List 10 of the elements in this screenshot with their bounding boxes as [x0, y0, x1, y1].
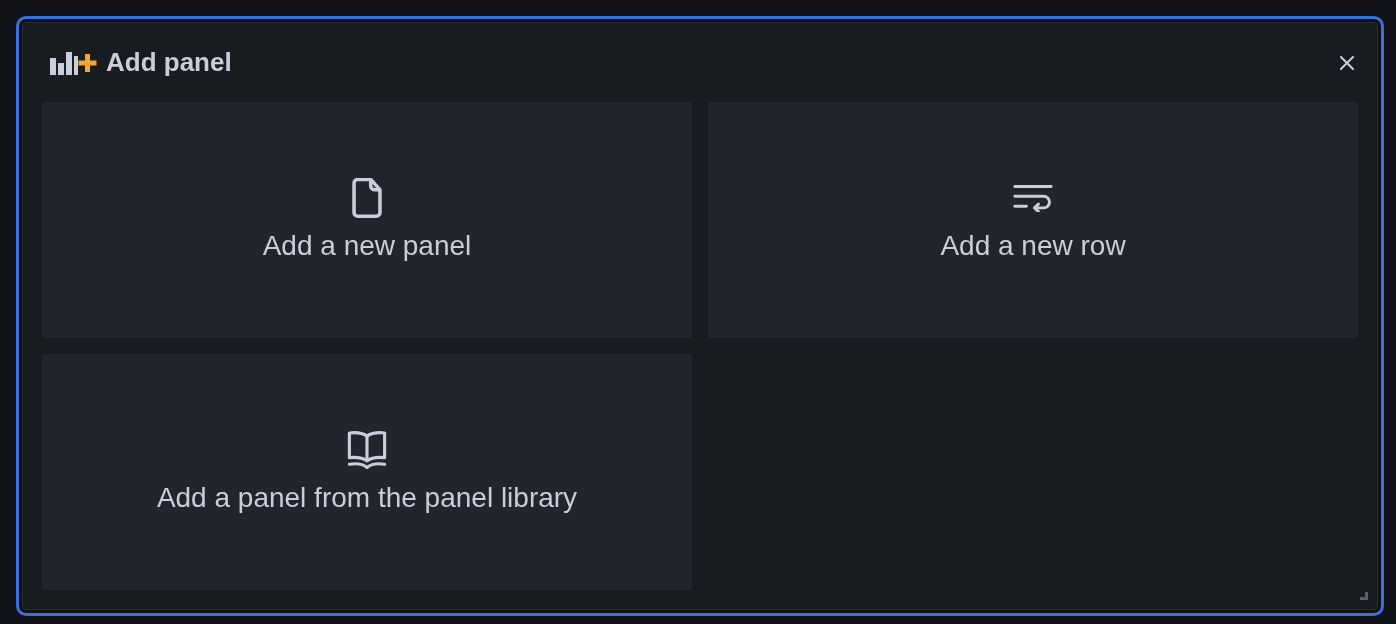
dialog-title: Add panel [106, 47, 232, 78]
close-icon [1340, 55, 1354, 70]
add-option-card[interactable]: Add a new row [708, 102, 1358, 338]
text-wrap-icon [1013, 184, 1053, 212]
book-icon [347, 431, 387, 469]
bar-chart-plus-icon [50, 50, 98, 75]
add-option-card[interactable]: Add a panel from the panel library [42, 354, 692, 590]
file-icon [351, 178, 383, 218]
resize-grip-icon[interactable] [1360, 592, 1368, 600]
add-option-card[interactable]: Add a new panel [42, 102, 692, 338]
